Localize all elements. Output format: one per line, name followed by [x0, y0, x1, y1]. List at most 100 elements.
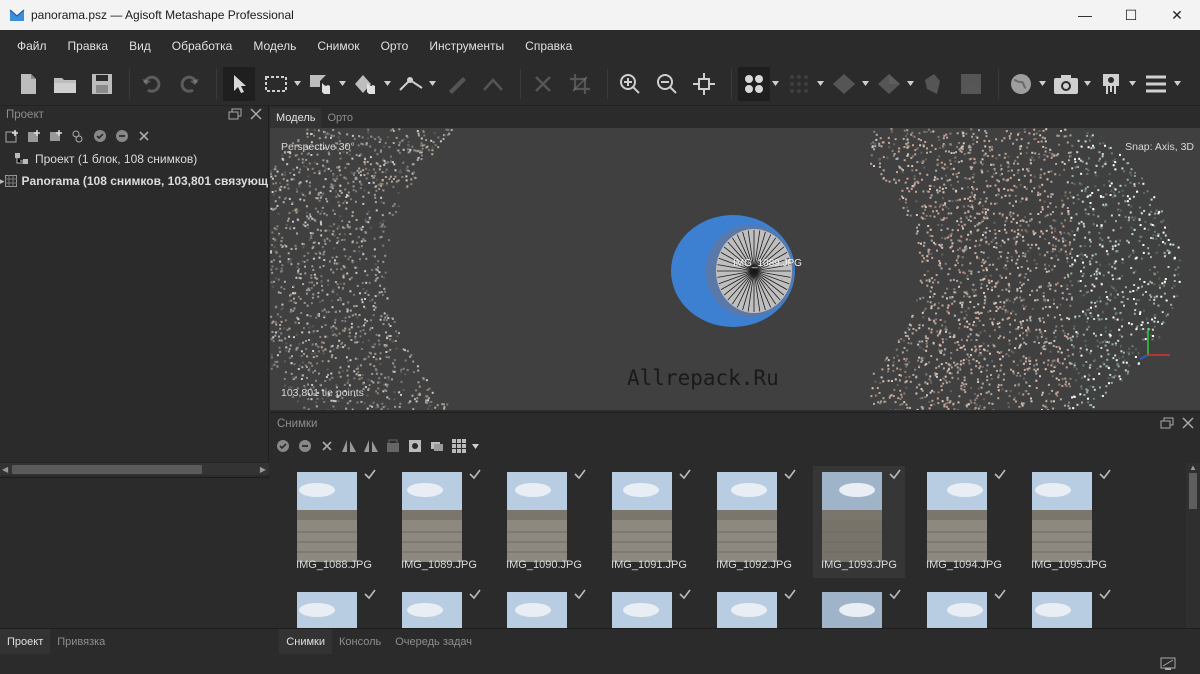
move-object-icon[interactable] — [305, 67, 337, 101]
disable-icon[interactable] — [297, 438, 313, 454]
enable-icon[interactable] — [92, 128, 108, 144]
chevron-down-icon[interactable] — [816, 81, 824, 86]
maximize-button[interactable]: ☐ — [1108, 0, 1154, 30]
menu-workflow[interactable]: Обработка — [164, 39, 241, 53]
tab-workspace[interactable]: Проект — [0, 629, 51, 654]
rotate-right-icon[interactable] — [363, 438, 379, 454]
tab-console[interactable]: Консоль — [332, 629, 388, 654]
disable-icon[interactable] — [114, 128, 130, 144]
chevron-down-icon[interactable] — [861, 81, 869, 86]
zoom-in-icon[interactable] — [614, 67, 646, 101]
photo-thumbnail[interactable]: IMG_1091.JPG — [603, 466, 695, 578]
photo-thumbnail[interactable]: IMG_1089.JPG — [393, 466, 485, 578]
show-mesh-icon[interactable] — [828, 67, 860, 101]
remove-icon[interactable] — [136, 128, 152, 144]
photo-thumbnail[interactable]: IMG_1095.JPG — [1023, 466, 1115, 578]
show-points-icon[interactable] — [738, 66, 770, 101]
delete-icon[interactable] — [527, 67, 559, 101]
show-dem-icon[interactable] — [955, 67, 987, 101]
menu-help[interactable]: Справка — [517, 39, 580, 53]
photo-thumbnail[interactable]: IMG_1088.JPG — [288, 466, 380, 578]
network-status-icon[interactable] — [1160, 657, 1178, 671]
photo-thumbnail[interactable] — [498, 586, 590, 629]
enable-icon[interactable] — [275, 438, 291, 454]
photo-thumbnail[interactable] — [1023, 586, 1115, 629]
show-tiled-icon[interactable] — [918, 67, 950, 101]
tab-ortho[interactable]: Орто — [321, 108, 358, 128]
open-folder-icon[interactable] — [49, 67, 81, 101]
tab-photos[interactable]: Снимки — [279, 629, 332, 654]
chevron-down-icon[interactable] — [1173, 81, 1181, 86]
menu-ortho[interactable]: Орто — [373, 39, 417, 53]
close-button[interactable]: ✕ — [1154, 0, 1200, 30]
vertical-scrollbar[interactable]: ▲ — [1186, 463, 1200, 629]
scrollbar-thumb[interactable] — [1189, 473, 1197, 509]
photo-thumbnail[interactable]: IMG_1093.JPG — [813, 466, 905, 578]
camera-icon[interactable] — [1050, 67, 1082, 101]
rotate-object-icon[interactable] — [350, 67, 382, 101]
photo-thumbnail[interactable] — [288, 586, 380, 629]
model-viewport[interactable]: Perspective 30° Snap: Axis, 3D 103,801 t… — [270, 128, 1200, 410]
ruler-icon[interactable] — [440, 67, 472, 101]
undock-icon[interactable] — [1160, 417, 1174, 432]
chevron-down-icon[interactable] — [1038, 81, 1046, 86]
draw-polyline-icon[interactable] — [395, 67, 427, 101]
view-mode-icon[interactable] — [451, 438, 467, 454]
chevron-down-icon[interactable] — [383, 81, 391, 86]
rectangle-selection-icon[interactable] — [260, 67, 292, 101]
tree-row-chunk[interactable]: ▸ Panorama (108 снимков, 103,801 связующ… — [0, 170, 268, 192]
menu-edit[interactable]: Правка — [60, 39, 117, 53]
globe-icon[interactable] — [1005, 67, 1037, 101]
draw-path-icon[interactable] — [477, 67, 509, 101]
show-textured-icon[interactable] — [873, 67, 905, 101]
tab-reference[interactable]: Привязка — [50, 629, 112, 654]
photo-thumbnail[interactable]: IMG_1090.JPG — [498, 466, 590, 578]
remove-icon[interactable] — [319, 438, 335, 454]
redo-icon[interactable] — [173, 67, 205, 101]
chevron-down-icon[interactable] — [338, 81, 346, 86]
add-marker-icon[interactable] — [70, 128, 86, 144]
rotate-left-icon[interactable] — [341, 438, 357, 454]
photo-thumbnail[interactable] — [393, 586, 485, 629]
undo-icon[interactable] — [136, 67, 168, 101]
mask-icon[interactable] — [407, 438, 423, 454]
chevron-down-icon[interactable] — [428, 81, 436, 86]
add-folder-icon[interactable] — [48, 128, 64, 144]
chevron-down-icon[interactable] — [1083, 81, 1091, 86]
comment-icon[interactable] — [429, 438, 445, 454]
tree-row-project[interactable]: Проект (1 блок, 108 снимков) — [0, 148, 268, 170]
save-icon[interactable] — [86, 67, 118, 101]
zoom-out-icon[interactable] — [651, 67, 683, 101]
menu-view[interactable]: Вид — [121, 39, 159, 53]
chevron-down-icon[interactable] — [293, 81, 301, 86]
add-photos-icon[interactable] — [26, 128, 42, 144]
menu-model[interactable]: Модель — [245, 39, 304, 53]
menu-photo[interactable]: Снимок — [309, 39, 367, 53]
menu-tools[interactable]: Инструменты — [421, 39, 512, 53]
crop-icon[interactable] — [564, 67, 596, 101]
photo-thumbnail[interactable] — [603, 586, 695, 629]
tab-model[interactable]: Модель — [270, 108, 322, 128]
chevron-down-icon[interactable] — [906, 81, 914, 86]
reset-view-icon[interactable] — [688, 67, 720, 101]
photo-thumbnail[interactable]: IMG_1094.JPG — [918, 466, 1010, 578]
menu-file[interactable]: Файл — [9, 39, 55, 53]
scroll-right-icon[interactable]: ▶ — [260, 463, 266, 476]
minimize-button[interactable]: — — [1062, 0, 1108, 30]
filter-icon[interactable] — [385, 438, 401, 454]
tab-jobs[interactable]: Очередь задач — [388, 629, 479, 654]
add-chunk-icon[interactable] — [4, 128, 20, 144]
undock-icon[interactable] — [228, 108, 242, 123]
photo-thumbnail[interactable] — [918, 586, 1010, 629]
scrollbar-thumb[interactable] — [12, 465, 202, 474]
marker-camera-icon[interactable] — [1095, 67, 1127, 101]
menu-icon[interactable] — [1140, 67, 1172, 101]
chevron-down-icon[interactable] — [467, 438, 483, 454]
photo-thumbnail[interactable] — [708, 586, 800, 629]
photo-thumbnail[interactable] — [813, 586, 905, 629]
new-document-icon[interactable] — [12, 67, 44, 101]
chevron-down-icon[interactable] — [771, 81, 779, 86]
chevron-down-icon[interactable] — [1128, 81, 1136, 86]
horizontal-scrollbar[interactable]: ◀ ▶ — [0, 462, 269, 475]
close-panel-icon[interactable] — [250, 108, 262, 123]
